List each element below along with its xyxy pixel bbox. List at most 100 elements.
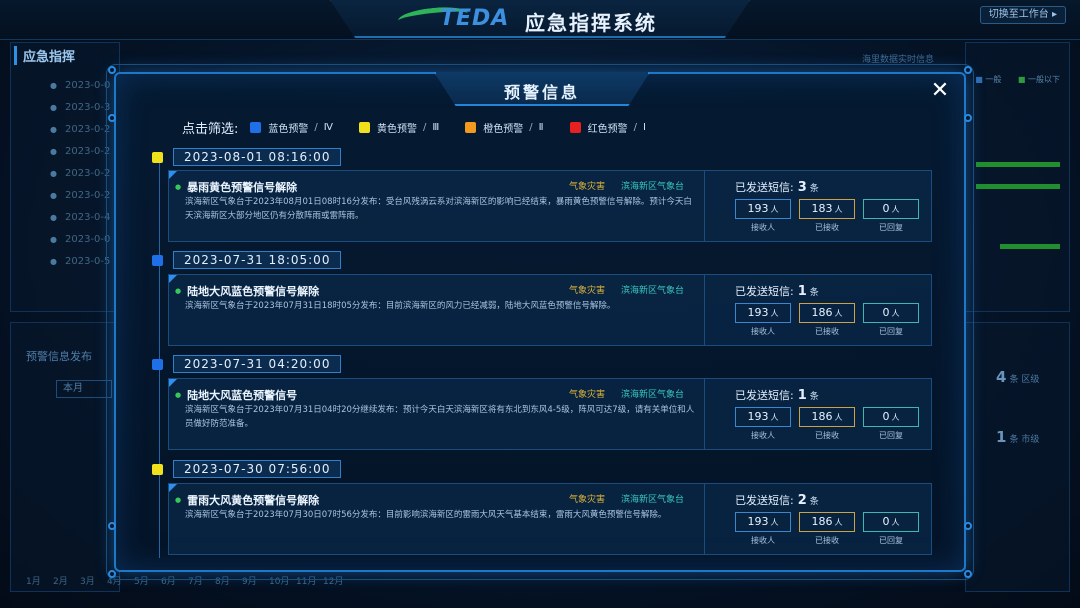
filter-yellow-warning[interactable]: 黄色预警 / Ⅲ [359, 120, 439, 135]
card-content: 陆地大风蓝色预警信号 气象灾害 滨海新区气象台 滨海新区气象台于2023年07月… [169, 379, 705, 449]
blue-swatch-icon [250, 121, 262, 133]
replied-count: 0人 [863, 199, 919, 219]
date-tag: 2023-08-01 08:16:00 [173, 148, 342, 166]
bg-top-hint: 海里数据实时信息 [862, 55, 935, 65]
close-icon[interactable]: ✕ [930, 80, 950, 102]
warning-card[interactable]: 雷雨大风黄色预警信号解除 气象灾害 滨海新区气象台 滨海新区气象台于2023年0… [168, 483, 932, 555]
month-label: 9月 [242, 577, 257, 587]
receivers-label: 接收人 [751, 536, 775, 545]
filter-orange-warning[interactable]: 橙色预警 / Ⅱ [465, 120, 544, 135]
card-title: 陆地大风蓝色预警信号解除 [175, 283, 319, 299]
card-description: 滨海新区气象台于2023年07月30日07时56分发布：目前影响滨海新区的雷雨大… [185, 510, 667, 520]
bg-right-panel-2 [965, 322, 1070, 592]
received-count: 186 人 [799, 303, 855, 323]
list-item[interactable]: 2023-0-2 [50, 168, 110, 190]
filter-name: 黄色预警 [377, 123, 417, 135]
category-tag: 气象灾害 [569, 182, 606, 192]
sms-stats: 已发送短信: 1 条 193 人 186 人 0人 接收人 已接收 已回复 [729, 379, 929, 449]
filter-level: Ⅲ [432, 121, 440, 133]
red-swatch-icon [569, 121, 581, 133]
bg-left-title-2: 预警信息发布 [26, 350, 92, 363]
filter-blue-warning[interactable]: 蓝色预警 / Ⅳ [250, 120, 333, 135]
bg-bar [976, 162, 1060, 167]
corner-dot [964, 522, 972, 530]
receivers-label: 接收人 [751, 431, 775, 440]
list-item[interactable]: 2023-0-4 [50, 212, 110, 234]
timeline-date: 2023-07-31 04:20:00 [152, 355, 342, 373]
filter-separator: / [423, 121, 427, 133]
warning-info-modal: 预警信息 ✕ 点击筛选: 蓝色预警 / Ⅳ 黄色预警 / Ⅲ 橙色预警 / Ⅱ [106, 64, 974, 580]
switch-workbench-button[interactable]: 切换至工作台 ▸ [979, 6, 1066, 24]
list-item[interactable]: 2023-0-2 [50, 146, 110, 168]
replied-label: 已回复 [879, 536, 903, 545]
source-tag: 滨海新区气象台 [621, 286, 685, 296]
month-label: 1月 [26, 577, 41, 587]
filter-level: Ⅳ [323, 121, 333, 133]
category-tag: 气象灾害 [569, 286, 606, 296]
sms-stats: 已发送短信: 3 条 193 人 183 人 0人 接收人 已接收 已回复 [729, 171, 929, 241]
corner-dot [108, 66, 116, 74]
corner-dot [964, 66, 972, 74]
month-label: 5月 [134, 577, 149, 587]
month-label: 3月 [80, 577, 95, 587]
yellow-level-icon [152, 151, 163, 163]
filter-separator: / [633, 121, 637, 133]
receivers-count: 193 人 [735, 407, 791, 427]
list-item[interactable]: 2023-0-5 [50, 256, 110, 278]
sms-sent: 已发送短信: 3 条 [735, 180, 819, 195]
yellow-level-icon [152, 463, 163, 475]
card-content: 陆地大风蓝色预警信号解除 气象灾害 滨海新区气象台 滨海新区气象台于2023年0… [169, 275, 705, 345]
blue-level-icon [152, 358, 163, 370]
bg-stat: 4条 区级 [996, 368, 1040, 386]
month-label: 12月 [323, 577, 344, 587]
card-title: 陆地大风蓝色预警信号 [175, 387, 297, 403]
list-item[interactable]: 2023-0-3 [50, 102, 110, 124]
received-label: 已接收 [815, 536, 839, 545]
system-title: 应急指挥系统 [525, 11, 657, 35]
month-label: 2月 [53, 577, 68, 587]
category-tag: 气象灾害 [569, 390, 606, 400]
warning-card[interactable]: 陆地大风蓝色预警信号 气象灾害 滨海新区气象台 滨海新区气象台于2023年07月… [168, 378, 932, 450]
source-tag: 滨海新区气象台 [621, 495, 685, 505]
list-item[interactable]: 2023-0-2 [50, 190, 110, 212]
card-description: 滨海新区气象台于2023年08月01日08时16分发布：受台风残涡云系对滨海新区… [185, 197, 692, 221]
list-item[interactable]: 2023-0-0 [50, 80, 110, 102]
filter-red-warning[interactable]: 红色预警 / Ⅰ [569, 120, 646, 135]
filter-level: Ⅰ [642, 121, 646, 133]
card-description: 滨海新区气象台于2023年07月31日04时20分继续发布：预计今天白天滨海新区… [185, 405, 695, 429]
replied-count: 0人 [863, 407, 919, 427]
month-label: 10月 [269, 577, 290, 587]
source-tag: 滨海新区气象台 [621, 390, 685, 400]
sms-sent: 已发送短信: 1 条 [735, 284, 819, 299]
timeline-date: 2023-07-30 07:56:00 [152, 460, 342, 478]
corner-dot [108, 114, 116, 122]
list-item[interactable]: 2023-0-0 [50, 234, 110, 256]
list-item[interactable]: 2023-0-2 [50, 124, 110, 146]
month-axis: 1月 2月 3月 4月 5月 6月 7月 8月 9月 10月 11月 12月 [26, 574, 350, 587]
receivers-count: 193 人 [735, 199, 791, 219]
bg-bar [976, 184, 1060, 189]
received-label: 已接收 [815, 431, 839, 440]
card-title: 雷雨大风黄色预警信号解除 [175, 492, 319, 508]
corner-dot [108, 522, 116, 530]
replied-label: 已回复 [879, 327, 903, 336]
date-tag: 2023-07-31 18:05:00 [173, 251, 342, 269]
month-label: 7月 [188, 577, 203, 587]
bg-left-title: 应急指挥 [14, 46, 75, 65]
warning-card[interactable]: 陆地大风蓝色预警信号解除 气象灾害 滨海新区气象台 滨海新区气象台于2023年0… [168, 274, 932, 346]
sms-stats: 已发送短信: 1 条 193 人 186 人 0人 接收人 已接收 已回复 [729, 275, 929, 345]
month-select[interactable]: 本月 [56, 380, 112, 398]
bg-left-list: 2023-0-0 2023-0-3 2023-0-2 2023-0-2 2023… [50, 80, 110, 278]
card-description: 滨海新区气象台于2023年07月31日18时05分发布：目前滨海新区的风力已经减… [185, 301, 616, 311]
filter-row: 点击筛选: 蓝色预警 / Ⅳ 黄色预警 / Ⅲ 橙色预警 / Ⅱ 红色预警 / … [182, 118, 672, 137]
date-tag: 2023-07-31 04:20:00 [173, 355, 342, 373]
corner-dot [964, 570, 972, 578]
card-title: 暴雨黄色预警信号解除 [175, 179, 297, 195]
top-bar: TEDA 应急指挥系统 切换至工作台 ▸ [0, 0, 1080, 40]
corner-dot [964, 114, 972, 122]
received-label: 已接收 [815, 327, 839, 336]
sms-stats: 已发送短信: 2 条 193 人 186 人 0人 接收人 已接收 已回复 [729, 484, 929, 554]
receivers-count: 193 人 [735, 512, 791, 532]
receivers-label: 接收人 [751, 327, 775, 336]
warning-card[interactable]: 暴雨黄色预警信号解除 气象灾害 滨海新区气象台 滨海新区气象台于2023年08月… [168, 170, 932, 242]
